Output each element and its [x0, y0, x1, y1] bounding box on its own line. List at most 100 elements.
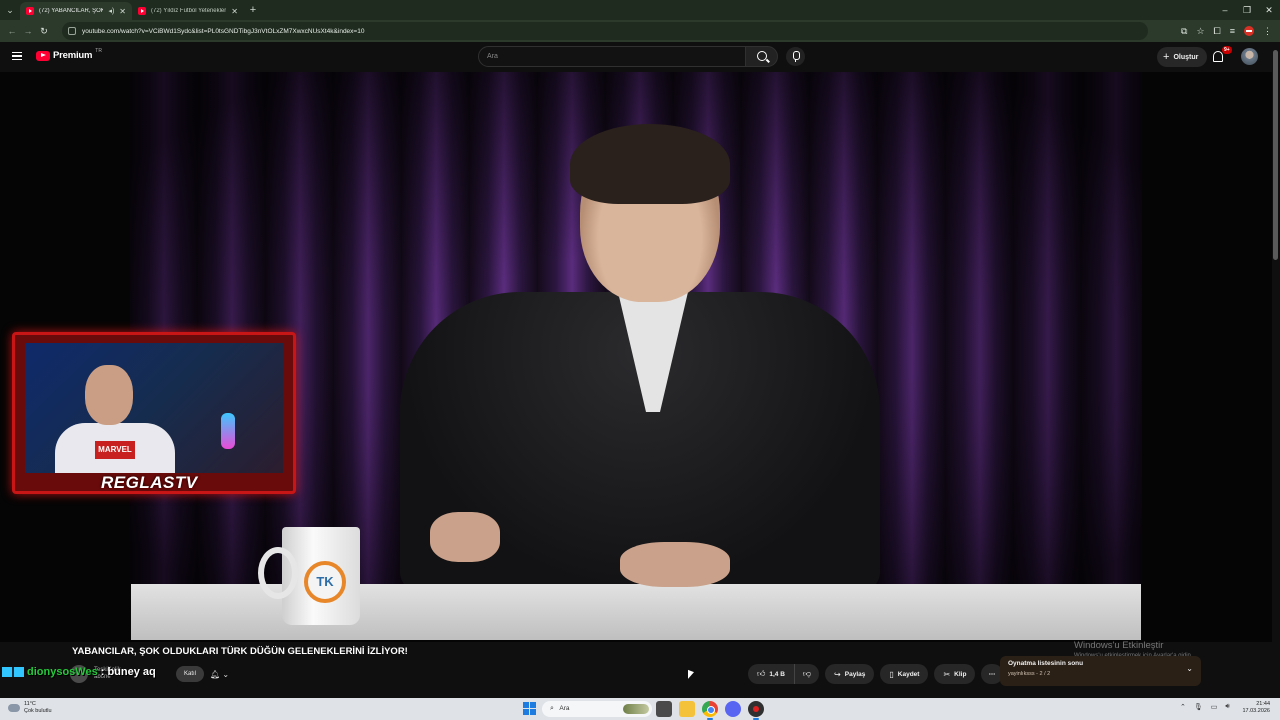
youtube-premium-logo[interactable]: Premium TR [36, 47, 102, 61]
webcam-shirt-logo: MARVEL [95, 441, 135, 459]
file-explorer-icon[interactable] [679, 701, 695, 717]
site-info-icon[interactable] [68, 27, 76, 35]
windows-start-icon[interactable] [523, 702, 536, 715]
tab-title: (72) Yıldız Futbol Yeteneklerini [151, 8, 227, 14]
microphone-icon[interactable] [786, 47, 805, 66]
reload-button[interactable]: ↻ [36, 26, 52, 37]
close-tab-icon[interactable]: ✕ [231, 7, 238, 16]
video-mug: TK [258, 527, 360, 625]
logo-region: TR [95, 47, 102, 54]
back-button[interactable]: ← [4, 26, 20, 36]
playlist-subtitle: yayinlıksss - 2 / 2 [1008, 671, 1051, 677]
weather-condition: Çok bulutlu [24, 708, 52, 714]
page-scrollbar[interactable] [1272, 42, 1280, 698]
url-field[interactable]: youtube.com/watch?v=VCiBWd1Sydc&list=PL0… [62, 22, 1148, 40]
new-tab-button[interactable]: + [244, 4, 262, 16]
network-icon[interactable]: ▭ [1211, 703, 1218, 711]
chevron-down-icon[interactable]: ⌄ [1186, 664, 1193, 673]
discord-icon[interactable] [725, 701, 741, 717]
account-avatar[interactable] [1241, 48, 1258, 65]
tab-groups-icon[interactable]: ≡ [1230, 26, 1235, 36]
recording-app-icon[interactable] [748, 701, 764, 720]
speaker-icon[interactable]: ◂) [108, 7, 114, 15]
address-bar-row: ← → ↻ youtube.com/watch?v=VCiBWd1Sydc&li… [0, 20, 1280, 42]
webcam-person-head [85, 365, 133, 425]
cloud-icon [8, 704, 20, 712]
webcam-brand-logo: REGLASTV [101, 473, 198, 492]
search-highlight-image [623, 704, 649, 714]
microphone-icon[interactable]: 🎙︎ [1194, 703, 1203, 711]
tab-search-icon[interactable]: ⌄ [0, 0, 20, 20]
forward-button[interactable]: → [20, 26, 36, 36]
clip-label: Klip [954, 670, 967, 678]
thumbs-down-icon: 👎︎ [802, 669, 812, 678]
bookmark-star-icon[interactable]: ☆ [1196, 26, 1204, 37]
create-button[interactable]: + Oluştur [1157, 47, 1208, 67]
taskbar-clock[interactable]: 21:44 17.03.2026 [1242, 701, 1270, 715]
chat-badge-icon [2, 667, 24, 677]
logo-text: Premium [53, 50, 93, 61]
browser-toolbar-icons: ⧉ ☆ ⧠ ≡ ⋮ [1181, 20, 1272, 42]
tray-overflow-icon[interactable]: ⌃ [1180, 703, 1186, 711]
menu-icon[interactable] [12, 52, 22, 60]
chat-username: dionysosWes [27, 666, 98, 678]
youtube-favicon-icon [26, 7, 34, 15]
webcam-lamp [221, 413, 235, 449]
youtube-header: Premium TR Ara + Oluştur 9+ [0, 42, 1280, 72]
notifications-bell-icon[interactable] [1213, 51, 1223, 62]
playlist-panel[interactable]: Oynatma listesinin sonu yayinlıksss - 2 … [1000, 656, 1201, 686]
search-icon: ⌕ [550, 705, 554, 712]
restore-button[interactable]: ❐ [1236, 0, 1258, 20]
video-person-hand-left [430, 512, 500, 562]
profile-icon[interactable] [1244, 26, 1254, 36]
tab-youtube-active[interactable]: (72) YABANCILAR, ŞOK OLD ◂) ✕ [20, 2, 132, 20]
share-label: Paylaş [844, 670, 866, 678]
bookmark-icon: ▯ [889, 669, 894, 679]
minimize-button[interactable]: – [1214, 0, 1236, 20]
create-label: Oluştur [1173, 53, 1199, 61]
url-text: youtube.com/watch?v=VCiBWd1Sydc&list=PL0… [82, 27, 365, 35]
video-actions: 👍︎ 1,4 B 👎︎ ↪ Paylaş ▯ Kaydet ✂ Klip ⋯ [748, 664, 1004, 684]
scrollbar-thumb[interactable] [1273, 50, 1278, 260]
save-button[interactable]: ▯ Kaydet [880, 664, 929, 684]
clock-time: 21:44 [1256, 701, 1270, 707]
share-icon: ↪ [834, 669, 841, 679]
video-person-hand-right [620, 542, 730, 587]
subscribe-bell-icon[interactable]: 🔔︎ ⌄ [210, 670, 229, 679]
stream-chat-overlay: dionysosWes : buney aq [2, 666, 156, 678]
windows-taskbar: 11°C Çok bulutlu ⌕ Ara ⌃ 🎙︎ ▭ 🔊︎ 21:44 1… [0, 698, 1280, 720]
taskbar-search[interactable]: ⌕ Ara [542, 701, 652, 717]
system-tray: ⌃ 🎙︎ ▭ 🔊︎ [1180, 703, 1230, 711]
dislike-button[interactable]: 👎︎ [794, 664, 820, 684]
activation-title: Windows'u Etkinleştir [1074, 640, 1164, 651]
volume-icon[interactable]: 🔊︎ [1225, 703, 1229, 711]
search-icon[interactable] [745, 46, 778, 67]
search-input[interactable]: Ara [478, 46, 746, 67]
extensions-icon[interactable]: ⧠ [1214, 26, 1221, 37]
share-button[interactable]: ↪ Paylaş [825, 664, 875, 684]
youtube-favicon-icon [138, 7, 146, 15]
chrome-icon[interactable] [702, 701, 718, 720]
temperature: 11°C [24, 701, 36, 707]
browser-menu-icon[interactable]: ⋮ [1263, 26, 1272, 37]
browser-tab-strip: ⌄ (72) YABANCILAR, ŞOK OLD ◂) ✕ (72) Yıl… [0, 0, 1280, 20]
join-button[interactable]: Katıl [176, 666, 205, 682]
mouse-cursor-icon [688, 669, 694, 682]
clip-button[interactable]: ✂ Klip [934, 664, 976, 684]
streamer-webcam-overlay: MARVEL REGLASTV [12, 332, 296, 494]
video-player[interactable]: TK MARVEL REGLASTV [0, 72, 1280, 642]
task-view-icon[interactable] [656, 701, 672, 717]
weather-widget[interactable]: 11°C Çok bulutlu [8, 701, 52, 715]
youtube-logo-icon [36, 50, 50, 61]
close-tab-icon[interactable]: ✕ [119, 7, 126, 16]
scissors-icon: ✂ [943, 669, 951, 679]
video-title: YABANCILAR, ŞOK OLDUKLARI TÜRK DÜĞÜN GEL… [72, 646, 408, 657]
like-count: 1,4 B [769, 670, 785, 678]
tab-youtube-2[interactable]: (72) Yıldız Futbol Yeteneklerini ✕ [132, 2, 244, 20]
like-button[interactable]: 👍︎ 1,4 B [748, 664, 795, 684]
mug-logo: TK [304, 561, 346, 603]
close-window-button[interactable]: ✕ [1258, 0, 1280, 20]
playlist-title: Oynatma listesinin sonu [1008, 660, 1084, 667]
like-dislike-group: 👍︎ 1,4 B 👎︎ [748, 664, 820, 684]
cast-icon[interactable]: ⧉ [1181, 26, 1187, 37]
